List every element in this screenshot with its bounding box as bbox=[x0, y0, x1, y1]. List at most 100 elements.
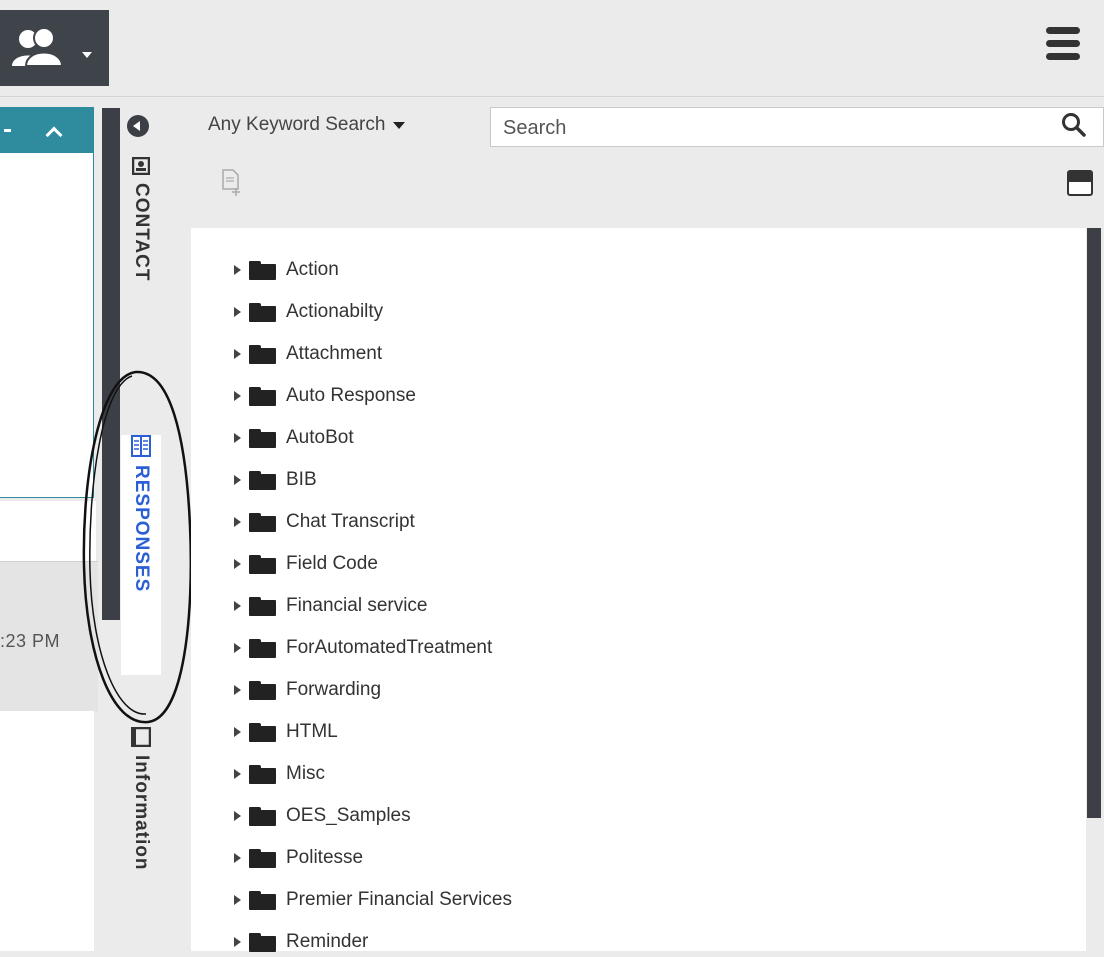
contact-card-icon bbox=[132, 157, 150, 175]
folder-node[interactable]: Attachment bbox=[234, 339, 382, 369]
folder-label: Auto Response bbox=[286, 385, 416, 406]
folder-icon bbox=[249, 428, 276, 448]
tab-contact-label: CONTACT bbox=[131, 183, 152, 282]
folder-icon bbox=[249, 722, 276, 742]
folder-node[interactable]: Auto Response bbox=[234, 381, 416, 411]
agent-menu-button[interactable] bbox=[0, 10, 109, 86]
expand-arrow-icon[interactable] bbox=[234, 895, 241, 905]
expand-arrow-icon[interactable] bbox=[234, 769, 241, 779]
search-icon[interactable] bbox=[1061, 112, 1087, 138]
folder-node[interactable]: Actionabilty bbox=[234, 297, 383, 327]
folder-node[interactable]: Forwarding bbox=[234, 675, 381, 705]
search-input[interactable] bbox=[501, 113, 1065, 143]
tab-contact[interactable]: CONTACT bbox=[121, 157, 161, 387]
expand-arrow-icon[interactable] bbox=[234, 265, 241, 275]
folder-icon bbox=[249, 344, 276, 364]
book-icon bbox=[131, 435, 151, 457]
folder-icon bbox=[249, 638, 276, 658]
tab-responses[interactable]: RESPONSES bbox=[121, 435, 161, 675]
information-window-icon bbox=[131, 727, 151, 747]
folder-node[interactable]: Field Code bbox=[234, 549, 378, 579]
expand-arrow-icon[interactable] bbox=[234, 475, 241, 485]
expand-arrow-icon[interactable] bbox=[234, 391, 241, 401]
expand-arrow-icon[interactable] bbox=[234, 643, 241, 653]
expand-arrow-icon[interactable] bbox=[234, 307, 241, 317]
hamburger-menu-icon[interactable] bbox=[1046, 27, 1080, 65]
search-type-dropdown[interactable]: Any Keyword Search bbox=[208, 114, 406, 136]
folder-node[interactable]: Premier Financial Services bbox=[234, 885, 512, 915]
expand-arrow-icon[interactable] bbox=[234, 811, 241, 821]
folder-node[interactable]: Reminder bbox=[234, 927, 368, 957]
expand-arrow-icon[interactable] bbox=[234, 559, 241, 569]
folder-label: OES_Samples bbox=[286, 805, 411, 826]
folder-icon bbox=[249, 932, 276, 952]
tab-responses-label: RESPONSES bbox=[131, 465, 152, 593]
folder-label: Financial service bbox=[286, 595, 428, 616]
expand-arrow-icon[interactable] bbox=[234, 937, 241, 947]
folder-icon bbox=[249, 302, 276, 322]
tree-scrollbar[interactable] bbox=[1087, 228, 1101, 818]
dash-icon bbox=[4, 129, 11, 132]
folder-node[interactable]: Financial service bbox=[234, 591, 428, 621]
folder-icon bbox=[249, 806, 276, 826]
expand-arrow-icon[interactable] bbox=[234, 685, 241, 695]
folder-icon bbox=[249, 680, 276, 700]
folder-icon bbox=[249, 764, 276, 784]
folder-node[interactable]: HTML bbox=[234, 717, 338, 747]
folder-node[interactable]: OES_Samples bbox=[234, 801, 411, 831]
folder-label: Politesse bbox=[286, 847, 364, 868]
top-bar bbox=[0, 0, 1104, 97]
folder-icon bbox=[249, 596, 276, 616]
folder-node[interactable]: Misc bbox=[234, 759, 325, 789]
folder-icon bbox=[249, 260, 276, 280]
activity-panel-lower bbox=[0, 711, 94, 951]
folder-label: BIB bbox=[286, 469, 317, 490]
folder-label: Attachment bbox=[286, 343, 383, 364]
collapse-panel-icon[interactable] bbox=[127, 115, 149, 137]
expand-arrow-icon[interactable] bbox=[234, 349, 241, 359]
folder-icon bbox=[249, 554, 276, 574]
split-layout-icon[interactable] bbox=[1066, 169, 1094, 197]
expand-arrow-icon[interactable] bbox=[234, 517, 241, 527]
activity-header bbox=[0, 107, 94, 153]
response-folder-tree: Action Actionabilty Attachment Auto Respons… bbox=[191, 228, 1086, 952]
left-pane-scrollbar[interactable] bbox=[102, 108, 120, 620]
folder-label: Reminder bbox=[286, 931, 369, 952]
responses-panel: Any Keyword Search Action Actionabilty Att… bbox=[161, 97, 1104, 952]
folder-label: Misc bbox=[286, 763, 326, 784]
tab-information-label: Information bbox=[131, 755, 152, 871]
folder-label: AutoBot bbox=[286, 427, 354, 448]
folder-label: HTML bbox=[286, 721, 338, 742]
folder-label: Action bbox=[286, 259, 339, 280]
chevron-up-icon[interactable] bbox=[45, 126, 63, 144]
folder-label: Actionabilty bbox=[286, 301, 384, 322]
expand-arrow-icon[interactable] bbox=[234, 853, 241, 863]
folder-label: ForAutomatedTreatment bbox=[286, 637, 493, 658]
folder-node[interactable]: Politesse bbox=[234, 843, 363, 873]
folder-label: Chat Transcript bbox=[286, 511, 415, 532]
panel-gap bbox=[0, 501, 96, 561]
folder-node[interactable]: AutoBot bbox=[234, 423, 354, 453]
tab-information[interactable]: Information bbox=[121, 727, 161, 951]
folder-icon bbox=[249, 512, 276, 532]
new-response-icon[interactable] bbox=[220, 167, 244, 197]
chevron-down-icon bbox=[82, 52, 92, 58]
activity-panel bbox=[0, 153, 94, 498]
expand-arrow-icon[interactable] bbox=[234, 727, 241, 737]
folder-node[interactable]: Action bbox=[234, 255, 339, 285]
folder-icon bbox=[249, 848, 276, 868]
folder-node[interactable]: ForAutomatedTreatment bbox=[234, 633, 492, 663]
folder-label: Field Code bbox=[286, 553, 378, 574]
expand-arrow-icon[interactable] bbox=[234, 433, 241, 443]
expand-arrow-icon[interactable] bbox=[234, 601, 241, 611]
folder-icon bbox=[249, 386, 276, 406]
folder-icon bbox=[249, 470, 276, 490]
folder-icon bbox=[249, 890, 276, 910]
folder-label: Premier Financial Services bbox=[286, 889, 512, 910]
agent-user-icon bbox=[12, 28, 64, 67]
folder-node[interactable]: Chat Transcript bbox=[234, 507, 415, 537]
side-tab-bar: CONTACT RESPONSES Information bbox=[121, 97, 161, 951]
folder-node[interactable]: BIB bbox=[234, 465, 317, 495]
search-type-label: Any Keyword Search bbox=[208, 114, 386, 135]
search-box[interactable] bbox=[490, 107, 1104, 147]
